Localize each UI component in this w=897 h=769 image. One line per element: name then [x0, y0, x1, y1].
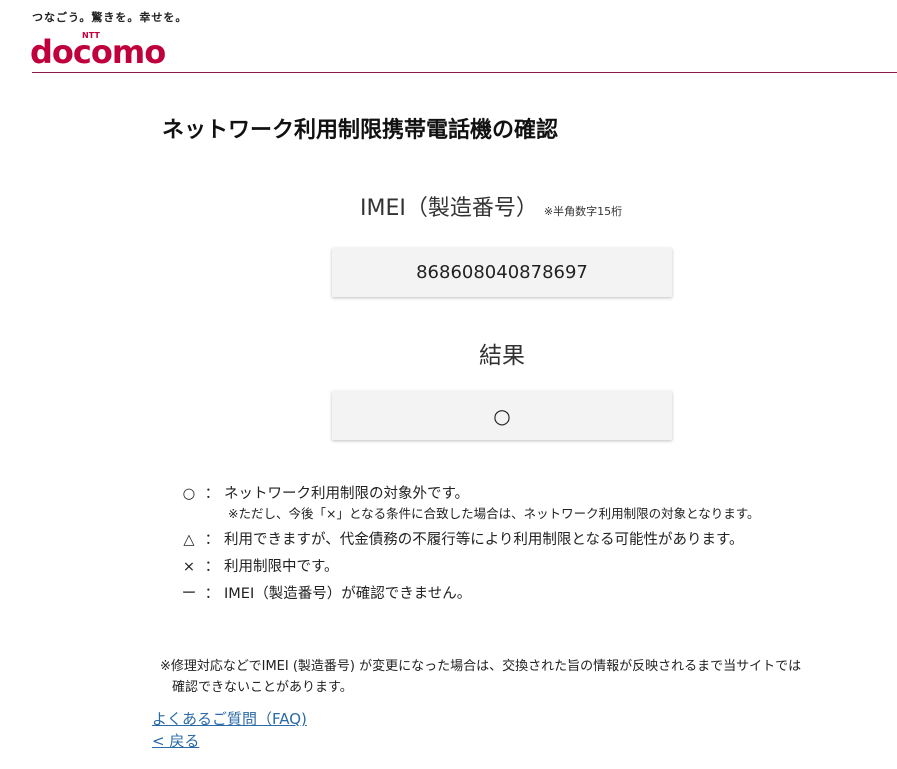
logo-docomo-text: docomo [30, 33, 165, 67]
result-label: 結果 [479, 343, 525, 369]
docomo-logo[interactable]: NTT docomo [30, 27, 180, 67]
imei-label-text: IMEI（製造番号） [360, 196, 538, 221]
faq-link[interactable]: よくあるご質問（FAQ) [152, 708, 307, 729]
tagline: つなごう。驚きを。幸せを。 [32, 11, 188, 24]
imei-value-box: 868608040878697 [332, 248, 672, 297]
legend-sub-note: ※ただし、今後「×」となる条件に合致した場合は、ネットワーク利用制限の対象となり… [228, 506, 760, 521]
legend-item-cross: × ： 利用制限中です。 [178, 555, 759, 582]
result-value-box: ○ [332, 391, 672, 440]
header-divider [32, 72, 897, 73]
legend-item-dash: ー ： IMEI（製造番号）が確認できません。 [178, 582, 759, 609]
legend-text: 利用できますが、代金債務の不履行等により利用制限となる可能性があります。 [224, 532, 744, 548]
legend-colon: ： [204, 586, 220, 602]
footnote: ※修理対応などでIMEI (製造番号) が変更になった場合は、交換された旨の情報… [160, 656, 880, 698]
legend-text: 利用制限中です。 [224, 559, 339, 575]
imei-label: IMEI（製造番号） ※半角数字15桁 [360, 190, 622, 222]
imei-note: ※半角数字15桁 [543, 205, 623, 218]
footnote-line1: ※修理対応などでIMEI (製造番号) が変更になった場合は、交換された旨の情報… [160, 659, 802, 674]
legend-item-triangle: △ ： 利用できますが、代金債務の不履行等により利用制限となる可能性があります。 [178, 528, 759, 555]
result-value: ○ [493, 403, 511, 428]
legend-symbol: ○ [182, 486, 196, 502]
legend-symbol: × [182, 559, 196, 575]
legend-symbol: △ [183, 532, 195, 548]
legend-colon: ： [204, 532, 220, 548]
imei-value: 868608040878697 [416, 262, 588, 283]
page-title: ネットワーク利用制限携帯電話機の確認 [162, 118, 559, 143]
back-link[interactable]: < 戻る [152, 730, 199, 751]
legend-symbol: ー [181, 586, 197, 602]
legend-text: ネットワーク利用制限の対象外です。 [224, 486, 470, 502]
legend-colon: ： [204, 486, 220, 502]
legend-colon: ： [204, 559, 220, 575]
result-legend: ○ ： ネットワーク利用制限の対象外です。 ※ただし、今後「×」となる条件に合致… [178, 482, 760, 609]
footnote-line2: 確認できないことがあります。 [172, 680, 353, 695]
legend-text: IMEI（製造番号）が確認できません。 [224, 586, 472, 602]
